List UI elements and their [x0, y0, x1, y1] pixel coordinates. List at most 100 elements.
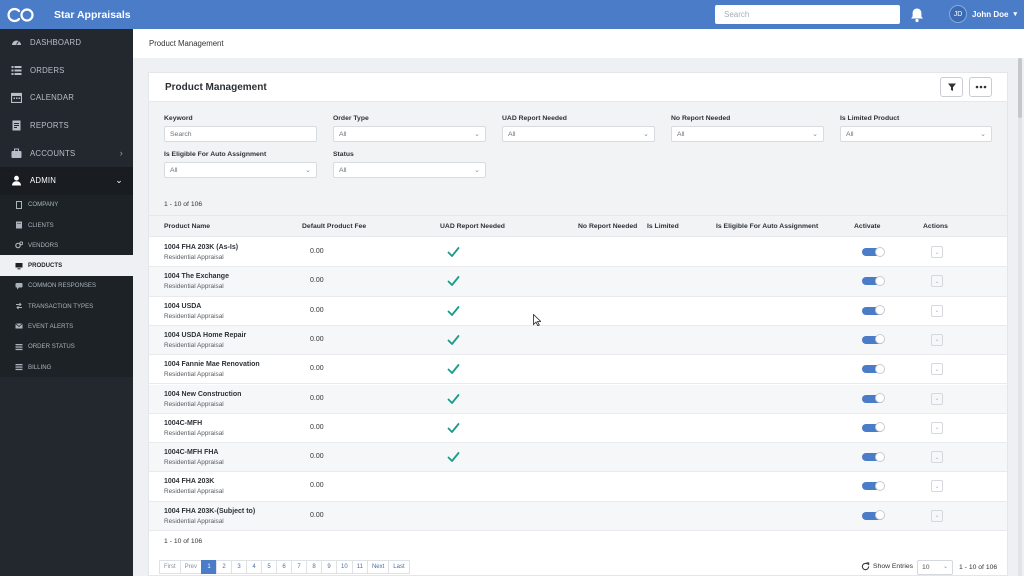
column-activate[interactable]: Activate [854, 223, 880, 230]
sidebar-subitem-vendors[interactable]: VENDORS [0, 235, 133, 256]
pagination-page[interactable]: 5 [261, 560, 278, 574]
activate-toggle[interactable] [862, 480, 885, 491]
column-product-name[interactable]: Product Name [164, 223, 210, 230]
pagination-page[interactable]: 8 [306, 560, 323, 574]
logo-icon[interactable] [0, 0, 44, 29]
actions-dropdown[interactable]: ⌄ [931, 333, 943, 346]
product-name[interactable]: 1004 The Exchange [164, 273, 229, 280]
sidebar-subitem-transaction-types[interactable]: TRANSACTION TYPES [0, 296, 133, 317]
page-scrollbar[interactable] [1018, 58, 1022, 576]
actions-dropdown[interactable]: ⌄ [931, 451, 943, 464]
table-row[interactable]: 1004C-MFH FHA Residential Appraisal 0.00 ⌄ [149, 443, 1007, 473]
entries-per-page-select[interactable]: 10 ⌄ [917, 560, 953, 575]
sidebar-item-calendar[interactable]: CALENDAR [0, 84, 133, 112]
actions-dropdown[interactable]: ⌄ [931, 480, 943, 493]
order-type-select[interactable]: All ⌄ [333, 126, 486, 142]
list-icon [11, 65, 22, 76]
more-options-button[interactable] [969, 77, 992, 97]
activate-toggle[interactable] [862, 393, 885, 403]
bell-icon[interactable] [909, 7, 925, 23]
sidebar-subitem-order-status[interactable]: ORDER STATUS [0, 336, 133, 357]
product-name[interactable]: 1004C-MFH FHA [164, 449, 218, 456]
pagination-first[interactable]: First [159, 560, 181, 574]
activate-toggle[interactable] [862, 275, 885, 286]
status-select[interactable]: All ⌄ [333, 162, 486, 178]
pagination-page[interactable]: 3 [231, 560, 248, 574]
column-uad-report[interactable]: UAD Report Needed [440, 223, 505, 230]
actions-dropdown[interactable]: ⌄ [931, 304, 943, 317]
show-entries[interactable]: Show Entries [861, 562, 913, 571]
pagination-page[interactable]: 7 [291, 560, 308, 574]
product-name[interactable]: 1004C-MFH [164, 420, 202, 427]
product-fee: 0.00 [310, 248, 324, 255]
limited-product-select[interactable]: All ⌄ [840, 126, 992, 142]
table-row[interactable]: 1004 New Construction Residential Apprais… [149, 384, 1007, 414]
product-type: Residential Appraisal [164, 312, 224, 320]
sidebar-item-dashboard[interactable]: DASHBOARD [0, 29, 133, 57]
filter-button[interactable] [940, 77, 963, 97]
table-row[interactable]: 1004 The Exchange Residential Appraisal 0.… [149, 267, 1007, 297]
activate-toggle[interactable] [862, 334, 885, 345]
check-icon [447, 364, 460, 375]
pagination-last[interactable]: Last [388, 560, 410, 574]
keyword-input[interactable]: Search [164, 126, 317, 142]
activate-toggle[interactable] [862, 451, 885, 462]
actions-dropdown[interactable]: ⌄ [931, 363, 943, 376]
sidebar-subitem-common-responses[interactable]: COMMON RESPONSES [0, 275, 133, 297]
product-name[interactable]: 1004 Fannie Mae Renovation [164, 361, 260, 368]
pagination-page[interactable]: 6 [276, 560, 293, 574]
product-name[interactable]: 1004 New Construction [164, 391, 241, 398]
sidebar-item-admin[interactable]: ADMIN ⌄ [0, 166, 133, 195]
activate-toggle[interactable] [862, 305, 885, 316]
pagination-page[interactable]: 9 [321, 560, 338, 574]
activate-toggle[interactable] [862, 363, 885, 374]
pagination-page[interactable]: 4 [246, 560, 263, 574]
sidebar-item-accounts[interactable]: ACCOUNTS › [0, 139, 133, 167]
table-row[interactable]: 1004 FHA 203K Residential Appraisal 0.00 ⌄ [149, 472, 1007, 502]
envelope-icon [15, 322, 23, 330]
scrollbar-thumb[interactable] [1018, 58, 1022, 118]
pagination-prev[interactable]: Prev [179, 560, 203, 574]
eligible-select[interactable]: All ⌄ [164, 162, 317, 178]
sidebar-subitem-company[interactable]: COMPANY [0, 194, 133, 215]
filter-panel: Keyword Search Order Type All ⌄ UAD Repor… [149, 102, 1007, 222]
pagination-page[interactable]: 2 [216, 560, 233, 574]
sidebar-subitem-clients[interactable]: CLIENTS [0, 214, 133, 236]
actions-dropdown[interactable]: ⌄ [931, 421, 943, 434]
no-report-select[interactable]: All ⌄ [671, 126, 824, 142]
column-no-report[interactable]: No Report Needed [578, 223, 637, 230]
table-row[interactable]: 1004 USDA Home Repair Residential Apprais… [149, 325, 1007, 356]
column-default-fee[interactable]: Default Product Fee [302, 223, 366, 230]
table-row[interactable]: 1004 USDA Residential Appraisal 0.00 ⌄ [149, 297, 1007, 326]
product-name[interactable]: 1004 FHA 203K (As-Is) [164, 244, 238, 251]
actions-dropdown[interactable]: ⌄ [931, 275, 943, 288]
product-name[interactable]: 1004 FHA 203K-(Subject to) [164, 508, 255, 515]
product-name[interactable]: 1004 USDA [164, 303, 201, 310]
table-row[interactable]: 1004 FHA 203K-(Subject to) Residential Ap… [149, 501, 1007, 531]
activate-toggle[interactable] [862, 422, 885, 433]
actions-dropdown[interactable]: ⌄ [931, 509, 943, 522]
table-row[interactable]: 1004 Fannie Mae Renovation Residential Ap… [149, 355, 1007, 385]
pagination-page[interactable]: 1 [201, 560, 218, 574]
pagination-page[interactable]: 11 [351, 560, 368, 574]
product-name[interactable]: 1004 USDA Home Repair [164, 332, 246, 339]
pagination-page[interactable]: 10 [336, 560, 353, 574]
global-search-input[interactable]: Search [715, 5, 900, 24]
actions-dropdown[interactable]: ⌄ [931, 246, 943, 258]
pagination-next[interactable]: Next [366, 560, 390, 574]
sidebar-subitem-products[interactable]: PRODUCTS [0, 255, 133, 276]
table-row[interactable]: 1004C-MFH Residential Appraisal 0.00 ⌄ [149, 414, 1007, 444]
sidebar-subitem-event-alerts[interactable]: EVENT ALERTS [0, 316, 133, 337]
sidebar-item-reports[interactable]: REPORTS [0, 112, 133, 140]
table-row[interactable]: 1004 FHA 203K (As-Is) Residential Apprais… [149, 238, 1007, 268]
activate-toggle[interactable] [862, 246, 885, 257]
sidebar-subitem-billing[interactable]: BILLING [0, 356, 133, 378]
uad-report-select[interactable]: All ⌄ [502, 126, 655, 142]
column-eligible-auto-assign[interactable]: Is Eligible For Auto Assignment [716, 223, 818, 230]
column-is-limited[interactable]: Is Limited [647, 223, 679, 230]
actions-dropdown[interactable]: ⌄ [931, 392, 943, 405]
product-name[interactable]: 1004 FHA 203K [164, 478, 214, 485]
activate-toggle[interactable] [862, 510, 885, 521]
sidebar-item-orders[interactable]: ORDERS [0, 57, 133, 85]
user-menu[interactable]: JD John Doe ▾ [949, 5, 1017, 23]
